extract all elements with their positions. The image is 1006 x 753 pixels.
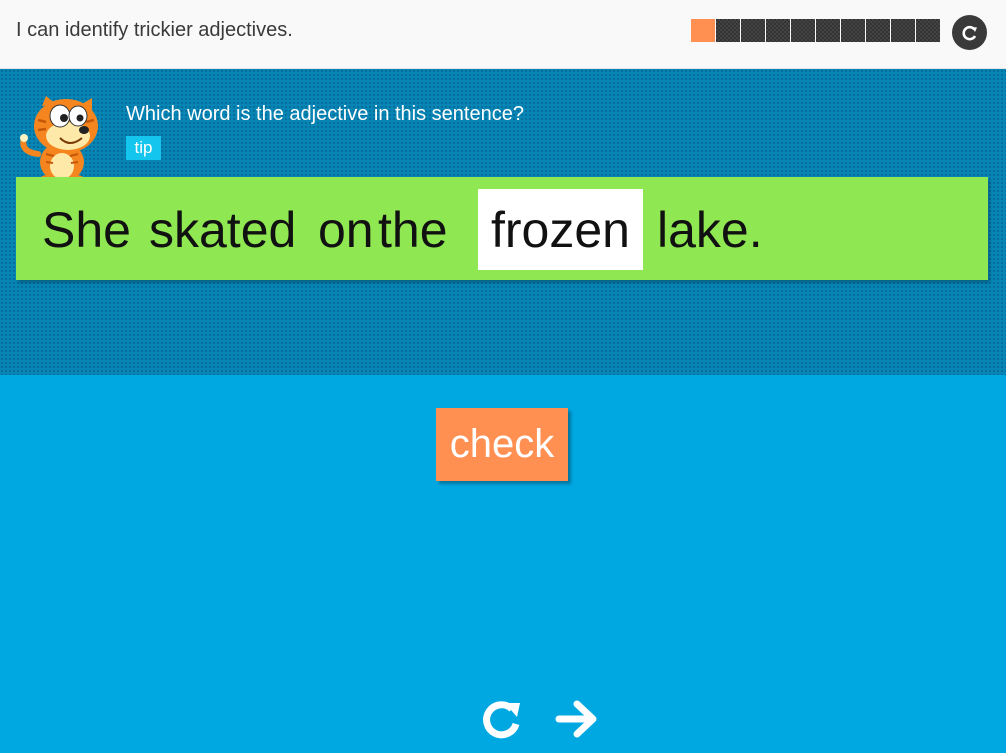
- retry-icon: [483, 701, 520, 739]
- progress-segment: [791, 19, 815, 42]
- progress-segment: [891, 19, 915, 42]
- question-prompt: Which word is the adjective in this sent…: [126, 103, 524, 125]
- progress-segment: [916, 19, 940, 42]
- next-arrow-icon: [555, 700, 597, 738]
- answer-word-selected[interactable]: frozen: [478, 189, 643, 270]
- progress-bar: [691, 19, 941, 42]
- sentence-word: the: [378, 202, 448, 258]
- next-button[interactable]: [553, 697, 599, 741]
- learning-objective: I can identify trickier adjectives.: [16, 19, 293, 41]
- progress-segment: [816, 19, 840, 42]
- cat-mascot-icon: [20, 96, 98, 185]
- progress-segment: [741, 19, 765, 42]
- progress-segment: [866, 19, 890, 42]
- progress-segment: [841, 19, 865, 42]
- reset-button[interactable]: [952, 15, 987, 50]
- retry-button[interactable]: [479, 697, 523, 741]
- check-button[interactable]: check: [436, 408, 568, 481]
- progress-segment: [716, 19, 740, 42]
- sentence-word: on: [318, 202, 374, 258]
- top-bar: I can identify trickier adjectives.: [0, 0, 1006, 69]
- progress-segment: [691, 19, 715, 42]
- sentence-word: skated: [149, 202, 297, 258]
- tip-button[interactable]: tip: [126, 136, 161, 160]
- reset-icon: [961, 25, 977, 40]
- sentence-word: lake.: [657, 202, 763, 258]
- sentence-word: She: [42, 202, 131, 258]
- progress-segment: [766, 19, 790, 42]
